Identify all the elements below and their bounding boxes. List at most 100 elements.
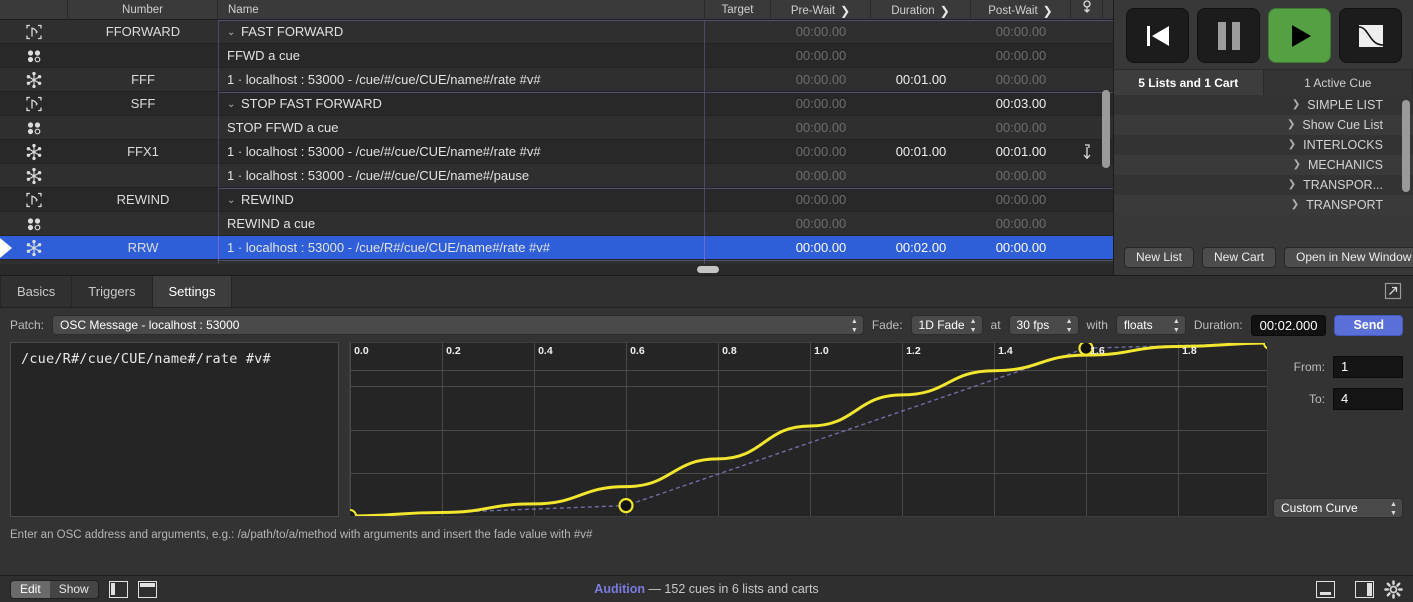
cue-number[interactable]: FFF [68, 68, 218, 92]
cue-target[interactable] [705, 44, 771, 68]
cue-name[interactable]: FFWD a cue [218, 44, 705, 68]
cue-duration[interactable]: 00:02.00 [871, 236, 971, 260]
column-header-flag[interactable] [0, 0, 68, 20]
cue-duration[interactable] [871, 44, 971, 68]
inspector-toggle-button[interactable] [138, 581, 157, 598]
sidebar-left-toggle-button[interactable] [109, 581, 128, 598]
cue-duration[interactable]: 00:01.00 [871, 140, 971, 164]
cue-duration[interactable]: 00:01.00 [871, 68, 971, 92]
column-header-prewait[interactable]: Pre-Wait❯ [771, 0, 871, 20]
cue-name[interactable]: 1 · localhost : 53000 - /cue/#/cue/CUE/n… [218, 140, 705, 164]
cue-target[interactable] [705, 140, 771, 164]
cue-continue-mode[interactable] [1071, 20, 1103, 44]
column-header-name[interactable]: Name [218, 0, 705, 20]
previous-cue-button[interactable] [1126, 8, 1189, 63]
cue-pre-wait[interactable]: 00:00.00 [771, 68, 871, 92]
cue-list-table[interactable]: Number Name Target Pre-Wait❯ Duration❯ P… [0, 0, 1113, 275]
cue-type-icon-cell[interactable] [0, 68, 68, 92]
column-header-postwait[interactable]: Post-Wait❯ [971, 0, 1071, 20]
cue-number[interactable]: FFORWARD [68, 20, 218, 44]
cue-number[interactable]: RRW [68, 236, 218, 260]
list-item[interactable]: ❯MECHANICS [1114, 155, 1413, 175]
cue-number[interactable]: FFX1 [68, 140, 218, 164]
cue-name[interactable]: 1 · localhost : 53000 - /cue/#/cue/CUE/n… [218, 164, 705, 188]
chevron-down-icon[interactable]: ⌄ [227, 21, 241, 44]
cue-rows[interactable]: FFORWARD⌄FAST FORWARD00:00.0000:00.00FFW… [0, 20, 1113, 275]
cue-continue-mode[interactable] [1071, 188, 1103, 212]
cue-duration[interactable] [871, 20, 971, 44]
cue-lists-panel[interactable]: ❯SIMPLE LIST❯Show Cue List❯INTERLOCKS❯ME… [1114, 95, 1413, 251]
cue-name[interactable]: REWIND a cue [218, 212, 705, 236]
cue-name[interactable]: STOP FFWD a cue [218, 116, 705, 140]
cue-duration[interactable] [871, 188, 971, 212]
go-button[interactable] [1268, 8, 1331, 63]
table-row[interactable]: REWIND⌄REWIND00:00.0000:00.00 [0, 188, 1113, 212]
chevron-right-icon[interactable]: ❯ [1288, 135, 1296, 155]
cue-pre-wait[interactable]: 00:00.00 [771, 188, 871, 212]
cue-continue-mode[interactable] [1071, 116, 1103, 140]
cue-type-icon-cell[interactable] [0, 212, 68, 236]
handle-in[interactable] [620, 499, 633, 512]
cue-post-wait[interactable]: 00:00.00 [971, 116, 1071, 140]
open-in-new-window-button[interactable]: Open in New Window [1284, 247, 1413, 268]
column-header-duration[interactable]: Duration❯ [871, 0, 971, 20]
cue-duration[interactable] [871, 164, 971, 188]
cue-post-wait[interactable]: 00:00.00 [971, 236, 1071, 260]
table-row[interactable]: FFF1 · localhost : 53000 - /cue/#/cue/CU… [0, 68, 1113, 92]
show-mode-button[interactable]: Show [50, 581, 98, 598]
cue-name[interactable]: ⌄REWIND [218, 188, 705, 212]
cue-pre-wait[interactable]: 00:00.00 [771, 140, 871, 164]
tab-active-cues[interactable]: 1 Active Cue [1264, 70, 1413, 96]
cue-target[interactable] [705, 164, 771, 188]
cue-number[interactable]: SFF [68, 92, 218, 116]
cue-target[interactable] [705, 92, 771, 116]
handle-start[interactable] [350, 510, 356, 516]
list-item[interactable]: ❯SIMPLE LIST [1114, 95, 1413, 115]
cue-continue-mode[interactable] [1071, 164, 1103, 188]
cue-name[interactable]: ⌄FAST FORWARD [218, 20, 705, 44]
cue-number[interactable] [68, 116, 218, 140]
tab-settings[interactable]: Settings [153, 276, 233, 307]
cue-type-icon-cell[interactable] [0, 140, 68, 164]
list-item[interactable]: ❯INTERLOCKS [1114, 135, 1413, 155]
cue-post-wait[interactable]: 00:00.00 [971, 44, 1071, 68]
cue-name[interactable]: ⌄STOP FAST FORWARD [218, 92, 705, 116]
chevron-down-icon[interactable]: ⌄ [227, 93, 241, 116]
duration-field[interactable]: 00:02.000 [1251, 315, 1327, 336]
cue-post-wait[interactable]: 00:00.00 [971, 212, 1071, 236]
side-panel-scrollbar[interactable] [1402, 100, 1410, 192]
cue-post-wait[interactable]: 00:00.00 [971, 68, 1071, 92]
cue-pre-wait[interactable]: 00:00.00 [771, 236, 871, 260]
cue-number[interactable] [68, 164, 218, 188]
list-item[interactable]: ❯TRANSPOR... [1114, 175, 1413, 195]
cue-table-horizontal-scrollbar-thumb[interactable] [697, 266, 719, 273]
cue-pre-wait[interactable]: 00:00.00 [771, 116, 871, 140]
cue-continue-mode[interactable] [1071, 236, 1103, 260]
cue-duration[interactable] [871, 212, 971, 236]
chevron-right-icon[interactable]: ❯ [1292, 95, 1300, 115]
edit-mode-button[interactable]: Edit [11, 581, 50, 598]
table-row[interactable]: REWIND a cue 00:00.00 00:00.00 [0, 212, 1113, 236]
gear-icon[interactable] [1384, 580, 1403, 599]
cue-type-icon-cell[interactable] [0, 20, 68, 44]
cue-table-vertical-scrollbar[interactable] [1102, 90, 1110, 168]
table-row[interactable]: STOP FFWD a cue 00:00.00 00:00.00 [0, 116, 1113, 140]
fps-select[interactable]: 30 fps ▲▼ [1009, 315, 1079, 335]
cue-pre-wait[interactable]: 00:00.00 [771, 44, 871, 68]
cue-continue-mode[interactable] [1071, 92, 1103, 116]
cue-target[interactable] [705, 188, 771, 212]
chevron-right-icon[interactable]: ❯ [1291, 195, 1299, 215]
chevron-right-icon[interactable]: ❯ [1293, 155, 1301, 175]
cue-pre-wait[interactable]: 00:00.00 [771, 212, 871, 236]
table-row[interactable]: FFX11 · localhost : 53000 - /cue/#/cue/C… [0, 140, 1113, 164]
from-field[interactable]: 1 [1333, 356, 1403, 378]
tab-lists-and-carts[interactable]: 5 Lists and 1 Cart [1114, 70, 1264, 96]
tab-basics[interactable]: Basics [0, 276, 72, 307]
cue-target[interactable] [705, 20, 771, 44]
table-row[interactable]: RRW1 · localhost : 53000 - /cue/R#/cue/C… [0, 236, 1113, 260]
value-type-select[interactable]: floats ▲▼ [1116, 315, 1186, 335]
column-header-continue[interactable] [1071, 0, 1103, 20]
handle-end[interactable] [1264, 343, 1268, 349]
cue-continue-mode[interactable] [1071, 68, 1103, 92]
cue-target[interactable] [705, 212, 771, 236]
